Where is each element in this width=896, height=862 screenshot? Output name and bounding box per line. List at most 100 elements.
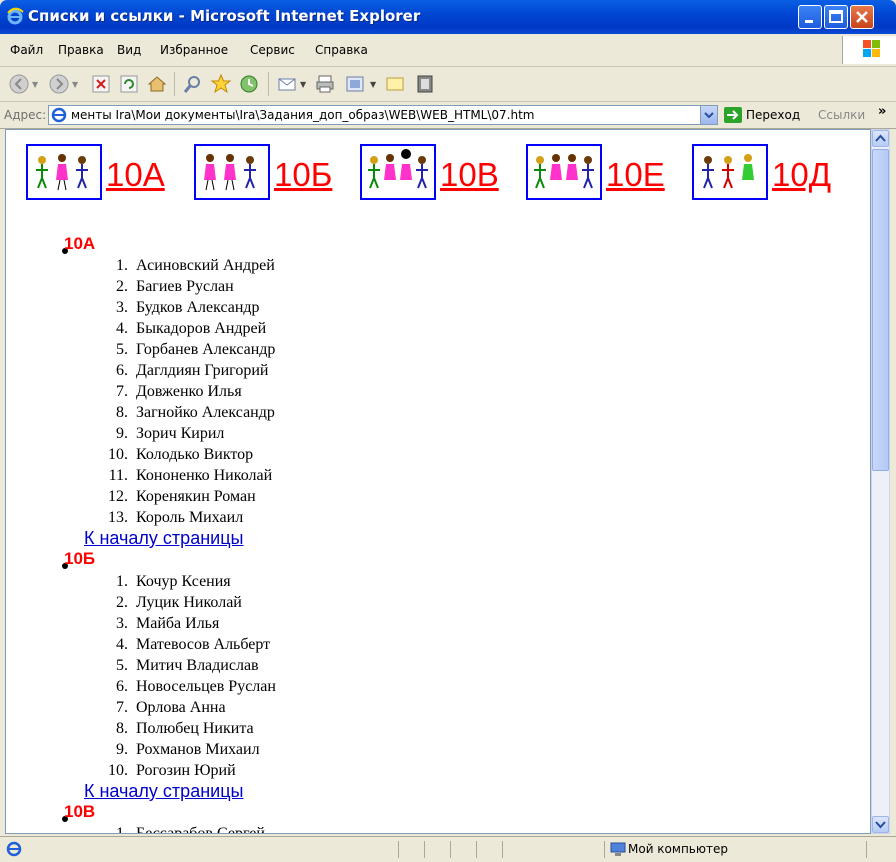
list-item: 2. Луцик Николай <box>116 594 242 611</box>
windows-logo <box>842 36 896 64</box>
list-item: 3. Будков Александр <box>116 299 260 316</box>
chevron-up-icon <box>875 134 886 142</box>
edit-icon[interactable] <box>344 73 366 95</box>
links-label[interactable]: Ссылки <box>818 108 865 122</box>
maximize-button[interactable] <box>824 5 848 29</box>
menu-help[interactable]: Справка <box>315 43 368 57</box>
list-item: 12. Коренякин Роман <box>108 488 256 505</box>
back-to-top-link[interactable]: К началу страницы <box>84 528 243 549</box>
go-button[interactable] <box>724 107 742 123</box>
page-content: 10А 10Б 10В 10Е 10Д 10А 1. Асиновский Ан… <box>5 129 871 834</box>
list-item: 6. Новосельцев Руслан <box>116 678 276 695</box>
scroll-thumb[interactable] <box>872 149 889 471</box>
list-item: 9. Рохманов Михаил <box>116 741 260 758</box>
edit-dropdown-icon[interactable]: ▼ <box>370 80 376 89</box>
home-icon[interactable] <box>146 73 168 95</box>
go-arrow-icon <box>727 110 739 120</box>
forward-dropdown-icon[interactable]: ▼ <box>72 80 78 89</box>
status-divider <box>502 841 503 858</box>
list-item: 13. Король Михаил <box>108 509 244 526</box>
window-title: Списки и ссылки - Microsoft Internet Exp… <box>28 7 421 25</box>
scroll-down-button[interactable] <box>872 816 889 833</box>
address-input[interactable]: менты Ira\Мои документы\Ira\Задания_доп_… <box>48 105 718 125</box>
list-item: 7. Довженко Илья <box>116 383 242 400</box>
class-label-10d[interactable]: 10Д <box>772 156 831 194</box>
mail-dropdown-icon[interactable]: ▼ <box>300 80 306 89</box>
list-item: 6. Даглдиян Григорий <box>116 362 269 379</box>
children-icon <box>534 154 594 189</box>
menu-edit[interactable]: Правка <box>58 43 104 57</box>
back-dropdown-icon[interactable]: ▼ <box>32 80 38 89</box>
maximize-icon <box>829 10 843 23</box>
list-item: 5. Митич Владислав <box>116 657 259 674</box>
menu-favorites[interactable]: Избранное <box>160 43 228 57</box>
list-item: 3. Майба Илья <box>116 615 220 632</box>
page-icon <box>51 107 67 123</box>
minimize-button[interactable] <box>798 5 822 29</box>
standard-toolbar: ▼ ▼ ▼ ▼ <box>0 67 896 102</box>
vertical-scrollbar[interactable] <box>871 129 890 834</box>
forward-icon[interactable] <box>48 73 70 95</box>
address-dropdown-button[interactable] <box>700 105 718 125</box>
list-item: 11. Кононенко Николай <box>108 467 273 484</box>
mail-icon[interactable] <box>276 73 298 95</box>
status-divider <box>450 841 451 858</box>
list-item: 10. Колодько Виктор <box>108 446 254 463</box>
group-heading-10v: 10В <box>64 802 96 821</box>
class-picture-10e <box>526 144 602 200</box>
stop-icon[interactable] <box>90 73 112 95</box>
menu-file[interactable]: Файл <box>10 43 43 57</box>
class-label-10v[interactable]: 10В <box>440 156 499 194</box>
address-bar: Адрес: менты Ira\Мои документы\Ira\Задан… <box>0 102 896 129</box>
links-chevron-icon[interactable]: » <box>878 104 886 119</box>
address-label: Адрес: <box>4 108 47 122</box>
status-bar: Мой компьютер <box>0 836 896 862</box>
ie-logo-icon <box>7 7 24 25</box>
list-item: 1. Бессарабов Сергей <box>116 825 265 834</box>
status-divider <box>398 841 399 858</box>
status-divider <box>476 841 477 858</box>
discuss-icon[interactable] <box>384 73 406 95</box>
status-divider <box>424 841 425 858</box>
favorites-icon[interactable] <box>210 73 232 95</box>
title-bar: Списки и ссылки - Microsoft Internet Exp… <box>0 0 896 34</box>
menu-bar: Файл Правка Вид Избранное Сервис Справка <box>0 34 896 67</box>
group-heading-10b: 10Б <box>64 549 96 568</box>
menu-view[interactable]: Вид <box>117 43 141 57</box>
refresh-icon[interactable] <box>118 73 140 95</box>
back-to-top-link[interactable]: К началу страницы <box>84 781 243 802</box>
chevron-down-icon <box>704 112 714 119</box>
status-divider <box>604 841 605 858</box>
class-picture-10b <box>194 144 270 200</box>
close-icon <box>856 11 868 23</box>
list-item: 1. Асиновский Андрей <box>116 257 275 274</box>
class-label-10e[interactable]: 10Е <box>606 156 665 194</box>
minimize-icon <box>805 20 813 23</box>
list-item: 5. Горбанев Александр <box>116 341 276 358</box>
page-status-icon <box>6 841 22 857</box>
children-icon <box>36 154 88 191</box>
list-item: 4. Матевосов Альберт <box>116 636 271 653</box>
menu-tools[interactable]: Сервис <box>250 43 295 57</box>
group-heading-10a: 10А <box>64 234 96 253</box>
list-item: 8. Полюбец Никита <box>116 720 254 737</box>
chevron-down-icon <box>875 821 886 829</box>
list-item: 7. Орлова Анна <box>116 699 226 716</box>
class-picture-10d <box>692 144 768 200</box>
search-icon[interactable] <box>182 73 204 95</box>
scroll-up-button[interactable] <box>872 130 889 147</box>
address-url: менты Ira\Мои документы\Ira\Задания_доп_… <box>71 108 535 122</box>
messenger-icon[interactable] <box>414 73 436 95</box>
history-icon[interactable] <box>238 73 260 95</box>
go-label[interactable]: Переход <box>746 108 800 122</box>
class-label-10a[interactable]: 10А <box>106 156 165 194</box>
class-picture-10a <box>26 144 102 200</box>
windows-flag-icon <box>863 40 880 57</box>
class-label-10b[interactable]: 10Б <box>274 156 332 194</box>
status-divider <box>866 841 867 858</box>
list-item: 9. Зорич Кирил <box>116 425 225 442</box>
list-item: 10. Рогозин Юрий <box>108 762 236 779</box>
close-button[interactable] <box>850 5 874 29</box>
back-icon[interactable] <box>8 73 30 95</box>
print-icon[interactable] <box>314 73 336 95</box>
